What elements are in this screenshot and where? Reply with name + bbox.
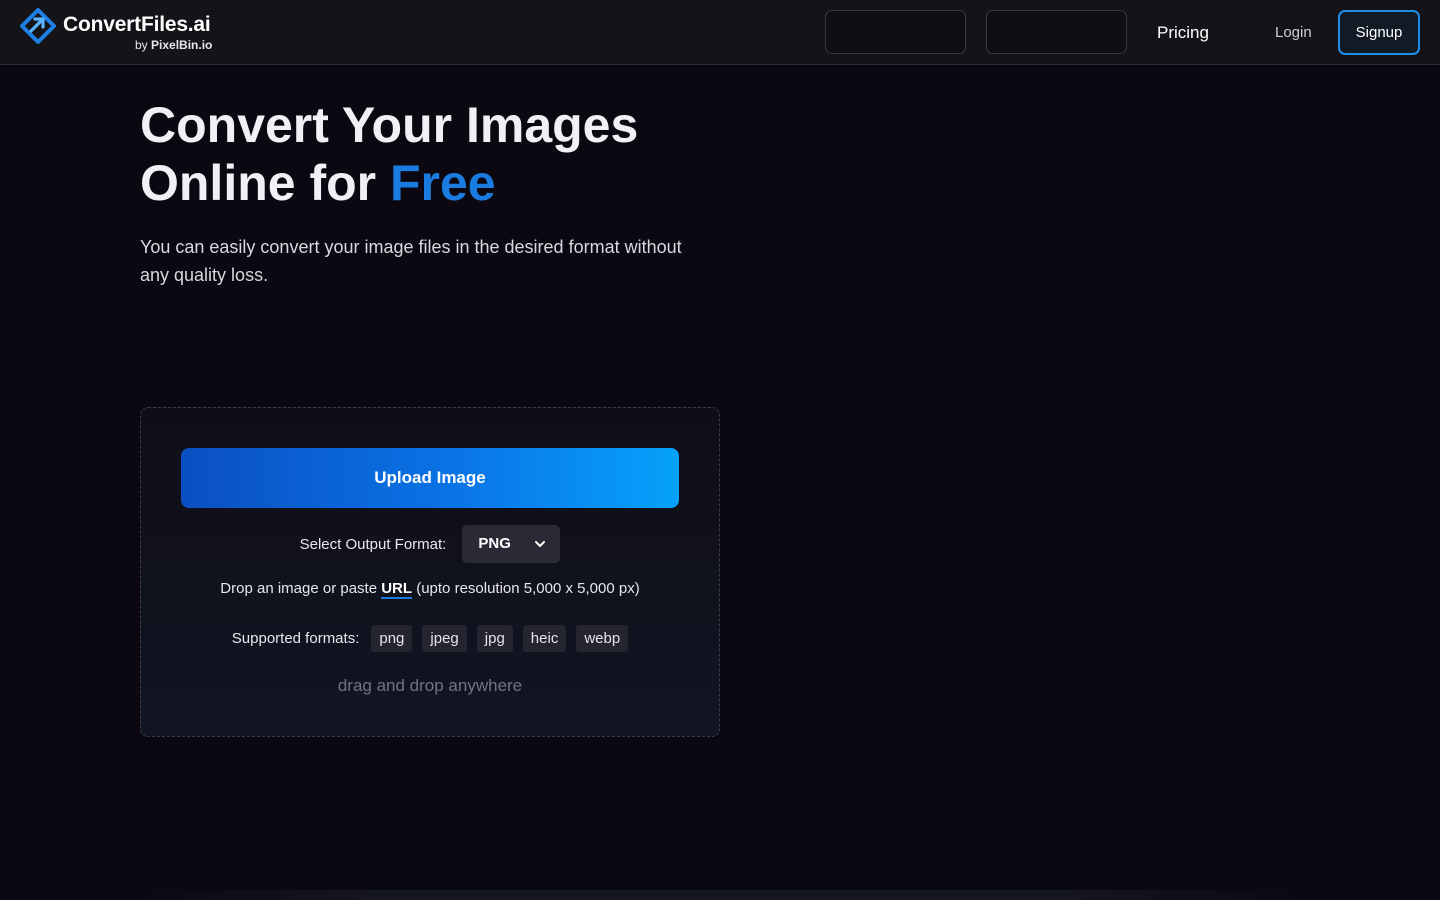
format-chip-heic: heic <box>522 625 567 652</box>
upload-image-button[interactable]: Upload Image <box>181 448 679 508</box>
output-format-label: Select Output Format: <box>299 535 447 553</box>
brand-byline: by PixelBin.io <box>135 38 212 52</box>
hero-title: Convert Your Images Online for Free <box>140 96 840 212</box>
next-section-edge <box>140 890 1300 900</box>
format-chip-webp: webp <box>576 625 629 652</box>
nav-pricing-link[interactable]: Pricing <box>1157 0 1209 65</box>
nav-placeholder-2[interactable] <box>986 10 1127 54</box>
drag-drop-hint: drag and drop anywhere <box>337 676 523 695</box>
hero-title-line2-prefix: Online for <box>140 155 390 211</box>
upload-dropzone[interactable]: Upload Image Select Output Format: PNG D… <box>140 407 720 737</box>
brand-name: ConvertFiles.ai <box>63 13 211 36</box>
nav-placeholder-1[interactable] <box>825 10 966 54</box>
supported-formats-label: Supported formats: <box>231 630 360 647</box>
format-chip-jpg: jpg <box>476 625 513 652</box>
supported-formats-row: Supported formats: png jpeg jpg heic web… <box>141 625 719 652</box>
output-format-row: Select Output Format: PNG <box>141 525 719 563</box>
format-chip-jpeg: jpeg <box>422 625 467 652</box>
drop-instructions: Drop an image or paste URL (upto resolut… <box>141 580 719 599</box>
brand-by-name: PixelBin.io <box>151 38 213 52</box>
format-chip-png: png <box>371 625 413 652</box>
logo-link[interactable]: ConvertFiles.ai by PixelBin.io <box>20 6 230 58</box>
convertfiles-logo-icon <box>20 8 56 44</box>
nav-login-link[interactable]: Login <box>1275 0 1312 65</box>
chevron-down-icon <box>535 541 546 547</box>
brand-by-prefix: by <box>135 38 148 52</box>
hero-title-line1: Convert Your Images <box>140 97 639 153</box>
paste-url-link[interactable]: URL <box>381 580 413 599</box>
output-format-select[interactable]: PNG <box>462 525 561 563</box>
drop-suffix: (upto resolution 5,000 x 5,000 px) <box>412 580 640 597</box>
signup-button[interactable]: Signup <box>1338 10 1420 55</box>
output-format-value: PNG <box>478 535 511 552</box>
drop-prefix: Drop an image or paste <box>220 580 382 597</box>
navbar: ConvertFiles.ai by PixelBin.io Pricing L… <box>0 0 1440 65</box>
hero-title-accent: Free <box>390 155 496 211</box>
hero-description: You can easily convert your image files … <box>140 237 682 285</box>
